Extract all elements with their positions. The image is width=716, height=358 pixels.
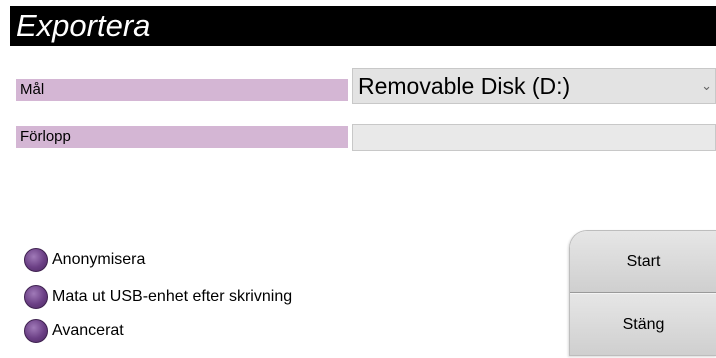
start-button[interactable]: Start: [570, 231, 716, 293]
close-button[interactable]: Stäng: [570, 293, 716, 355]
anonymize-label: Anonymisera: [52, 251, 146, 268]
dialog-title: Exportera: [10, 6, 716, 46]
radio-button[interactable]: [24, 285, 48, 309]
eject-usb-option[interactable]: Mata ut USB-enhet efter skrivning: [24, 284, 292, 310]
advanced-label: Avancerat: [52, 322, 124, 339]
chevron-down-icon[interactable]: ⌄: [701, 69, 712, 103]
target-label: Mål: [16, 79, 348, 101]
target-select-value: Removable Disk (D:): [358, 73, 571, 99]
anonymize-option[interactable]: Anonymisera: [24, 247, 145, 273]
radio-button[interactable]: [24, 248, 48, 272]
advanced-option[interactable]: Avancerat: [24, 318, 124, 344]
progress-bar: [352, 124, 716, 151]
progress-label: Förlopp: [16, 126, 348, 148]
eject-usb-label: Mata ut USB-enhet efter skrivning: [52, 288, 293, 305]
target-select[interactable]: Removable Disk (D:) ⌄: [352, 68, 716, 104]
radio-button[interactable]: [24, 319, 48, 343]
action-buttons: Start Stäng: [569, 230, 716, 356]
